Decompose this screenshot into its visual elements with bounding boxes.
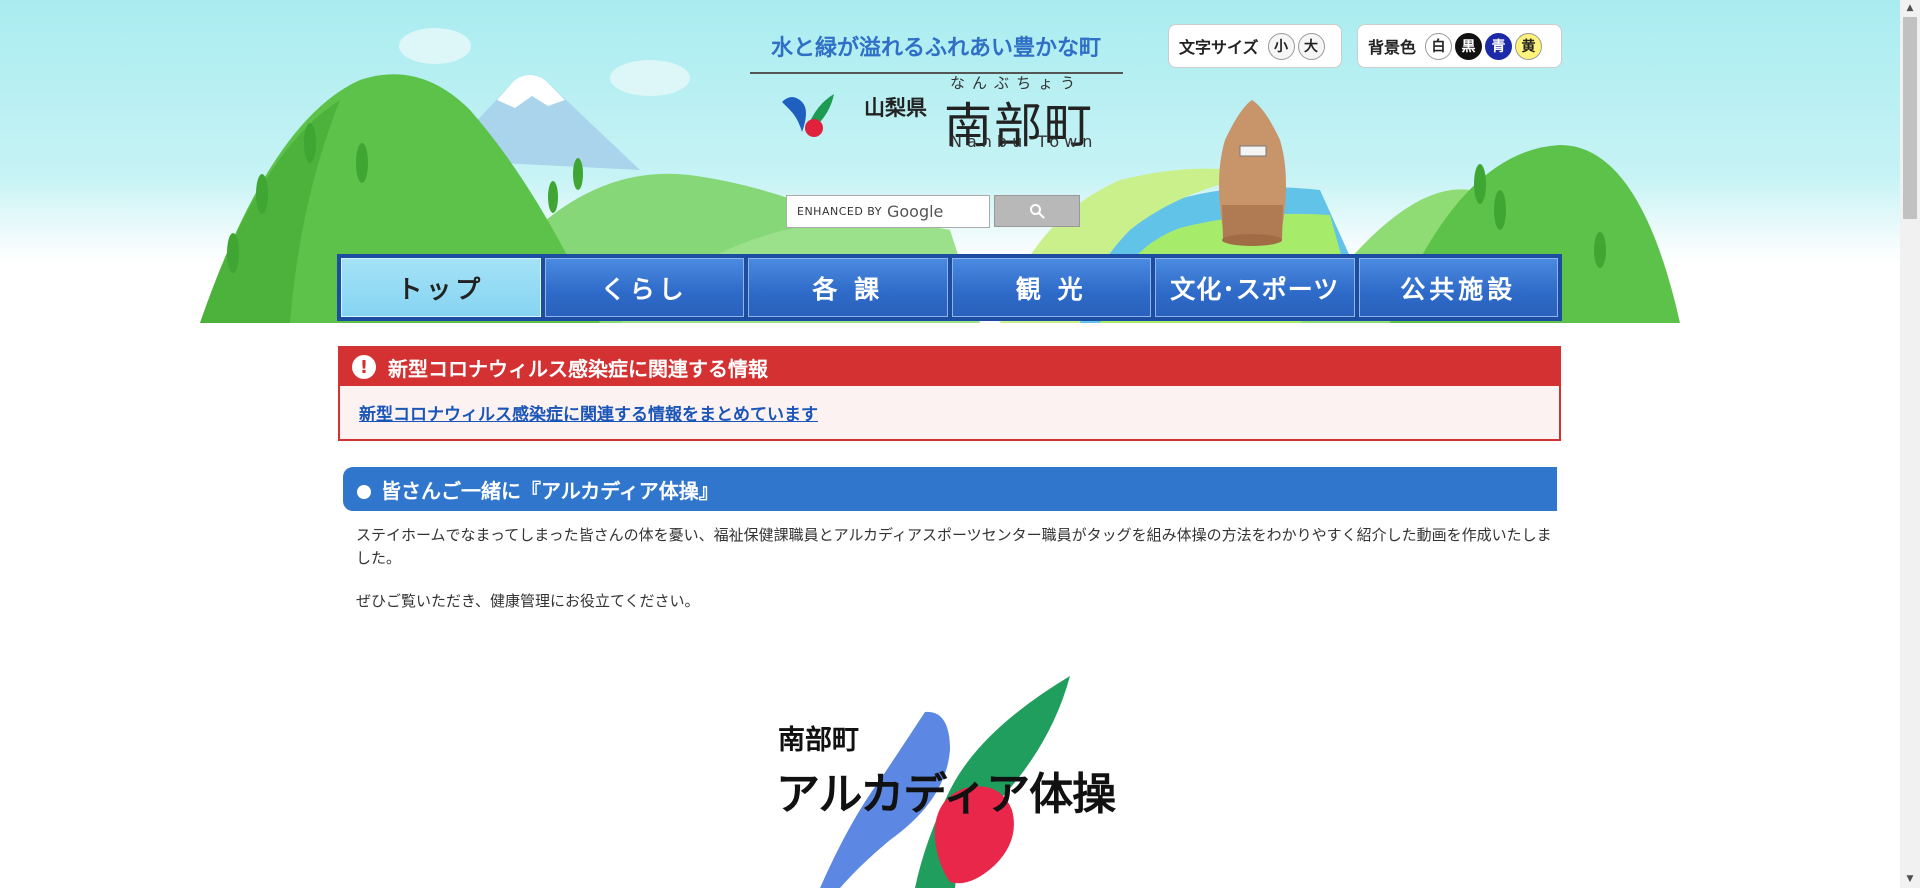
scroll-up-arrow-icon[interactable]: ▲ <box>1900 0 1920 17</box>
town-emblem-logo[interactable] <box>780 88 836 140</box>
font-size-label: 文字サイズ <box>1179 38 1259 57</box>
site-tagline: 水と緑が溢れるふれあい豊かな町 <box>770 36 1101 61</box>
bg-color-control: 背景色 白 黒 青 黄 <box>1357 24 1562 68</box>
section-title: 皆さんご一緒に『アルカディア体操』 <box>381 478 719 503</box>
site-header: 水と緑が溢れるふれあい豊かな町 山梨県 なんぶちょう 南部町 Nanbu Tow… <box>0 0 1900 323</box>
bg-black-button[interactable]: 黒 <box>1455 32 1483 60</box>
bg-blue-button[interactable]: 青 <box>1485 32 1513 60</box>
arcadia-exercise-promo-image[interactable]: 南部町 アルカディア体操 <box>750 670 1130 888</box>
bullet-dot-icon <box>357 485 371 499</box>
bg-yellow-button[interactable]: 黄 <box>1515 32 1543 60</box>
scrollbar-thumb[interactable] <box>1903 17 1917 219</box>
section-paragraph-2: ぜひご覧いただき、健康管理にお役立てください。 <box>356 592 700 610</box>
nav-living[interactable]: くらし <box>544 258 744 317</box>
vertical-scrollbar[interactable]: ▲ ▼ <box>1900 0 1920 888</box>
promo-town-text: 南部町 <box>778 725 859 756</box>
exclamation-icon: ! <box>352 355 376 379</box>
notice-link[interactable]: 新型コロナウィルス感染症に関連する情報をまとめています <box>359 400 818 425</box>
section-paragraph-1: ステイホームでなまってしまった皆さんの体を憂い、福祉保健課職員とアルカディアスポ… <box>356 526 1552 567</box>
covid-notice-box: ! 新型コロナウィルス感染症に関連する情報 新型コロナウィルス感染症に関連する情… <box>338 346 1561 441</box>
scroll-down-arrow-icon[interactable]: ▼ <box>1900 871 1920 888</box>
prefecture-name: 山梨県 <box>864 96 927 120</box>
search-placeholder-enhanced: ENHANCED BY <box>797 205 882 218</box>
search-button[interactable] <box>994 195 1080 227</box>
font-size-small-button[interactable]: 小 <box>1267 32 1295 60</box>
promo-title-text: アルカディア体操 <box>776 769 1116 820</box>
notice-title: 新型コロナウィルス感染症に関連する情報 <box>388 356 768 381</box>
town-name-roman: Nanbu Town <box>950 132 1098 151</box>
nav-public-facilities[interactable]: 公共施設 <box>1358 258 1558 317</box>
search-icon <box>1030 204 1045 219</box>
global-nav: トップ くらし 各 課 観 光 文化･スポーツ 公共施設 <box>337 254 1562 321</box>
nav-departments[interactable]: 各 課 <box>748 258 948 317</box>
font-size-large-button[interactable]: 大 <box>1297 32 1325 60</box>
nav-tourism[interactable]: 観 光 <box>951 258 1151 317</box>
search-placeholder-brand: Google <box>886 202 944 221</box>
nav-culture-sports[interactable]: 文化･スポーツ <box>1155 258 1355 317</box>
font-size-control: 文字サイズ 小 大 <box>1168 24 1342 68</box>
page-viewport: 水と緑が溢れるふれあい豊かな町 山梨県 なんぶちょう 南部町 Nanbu Tow… <box>0 0 1900 888</box>
nav-top[interactable]: トップ <box>341 258 541 317</box>
section-heading: 皆さんご一緒に『アルカディア体操』 <box>343 467 1557 511</box>
bg-white-button[interactable]: 白 <box>1425 32 1453 60</box>
search-input[interactable]: ENHANCED BY Google <box>786 195 990 228</box>
notice-header: ! 新型コロナウィルス感染症に関連する情報 <box>340 348 1559 386</box>
bg-color-label: 背景色 <box>1368 38 1417 57</box>
